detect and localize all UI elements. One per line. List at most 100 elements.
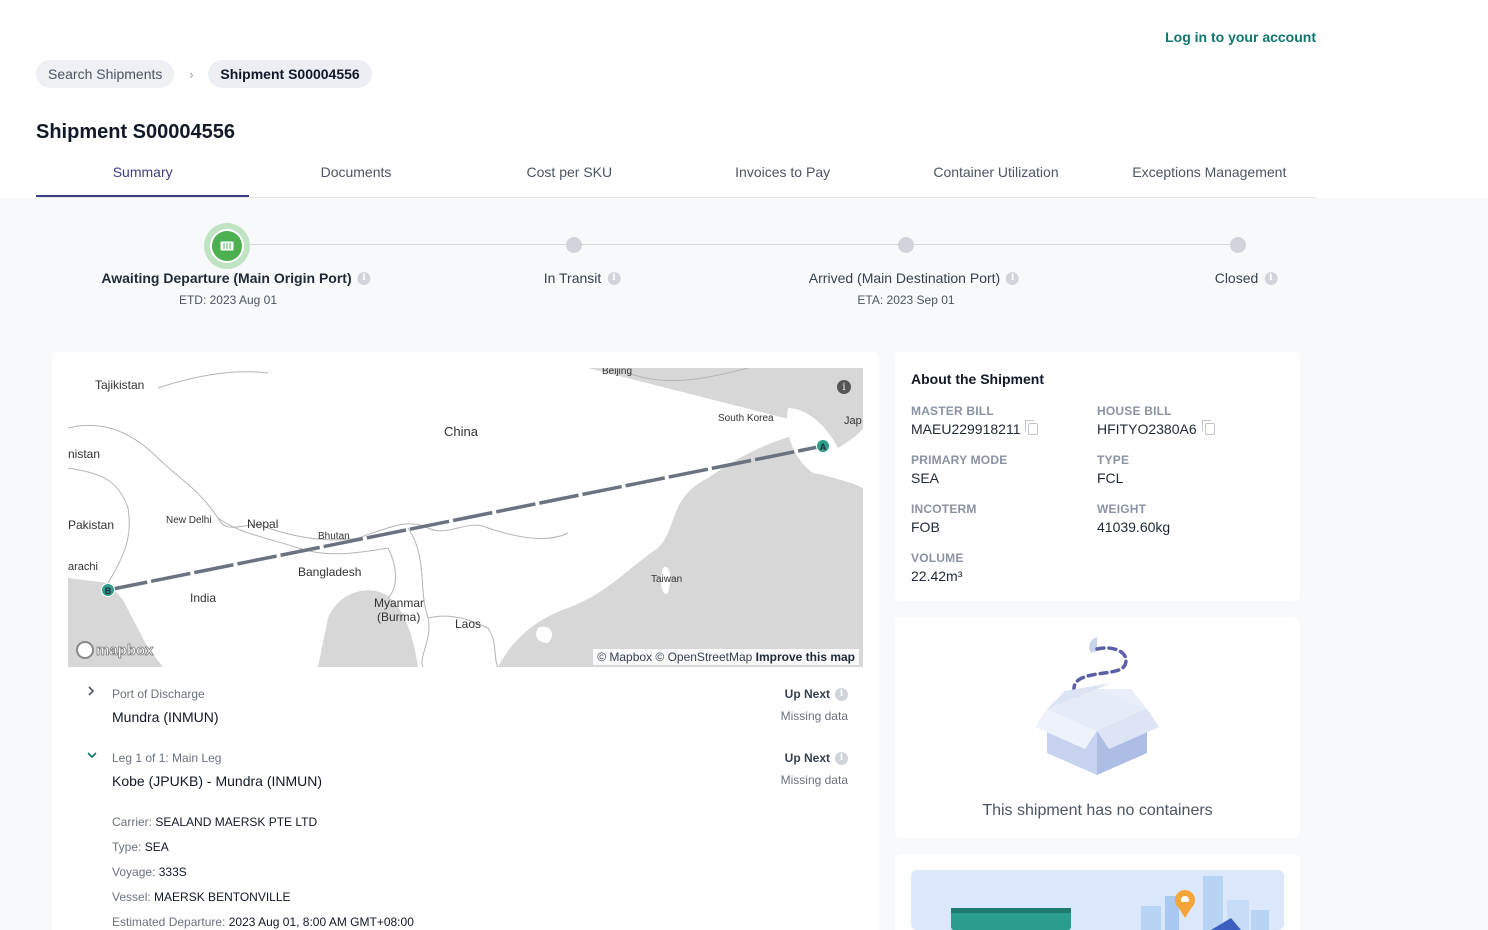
route-card: Beijing Tajikistan China South Korea Jap… (52, 352, 879, 930)
copy-icon[interactable] (1025, 420, 1039, 435)
primary-mode-value: SEA (911, 470, 940, 486)
info-icon[interactable]: i (1006, 271, 1020, 285)
tab-bar: Summary Documents Cost per SKU Invoices … (36, 152, 1316, 198)
weight-value: 41039.60kg (1097, 519, 1171, 535)
route-map[interactable]: Beijing Tajikistan China South Korea Jap… (68, 368, 863, 667)
tab-documents[interactable]: Documents (249, 152, 462, 197)
step-awaiting-departure-label: Awaiting Departure (Main Origin Port) (101, 270, 352, 286)
type-value: FCL (1097, 470, 1124, 486)
shipment-progress: Awaiting Departure (Main Origin Port) i … (0, 223, 1488, 316)
up-next-status: Up Next i (785, 751, 848, 765)
login-link[interactable]: Log in to your account (1165, 29, 1316, 45)
tab-exceptions-management[interactable]: Exceptions Management (1103, 152, 1316, 197)
incoterm-value: FOB (911, 519, 940, 535)
map-attribution: © Mapbox © OpenStreetMap Improve this ma… (593, 649, 859, 665)
breadcrumb: Search Shipments › Shipment S00004556 (36, 60, 372, 88)
chevron-down-icon[interactable] (86, 749, 98, 763)
step-in-transit-label: In Transit (543, 270, 602, 286)
container-truck-icon (210, 229, 244, 263)
chevron-right-icon[interactable] (86, 685, 98, 700)
map-info-icon[interactable]: i (837, 380, 851, 394)
breadcrumb-chevron-icon: › (189, 66, 194, 82)
weight-label: WEIGHT (1097, 502, 1147, 516)
no-containers-text: This shipment has no containers (982, 802, 1213, 819)
primary-mode-field: PRIMARY MODE SEA (911, 453, 1007, 486)
main-leg-row[interactable]: Leg 1 of 1: Main Leg Kobe (JPUKB) - Mund… (86, 746, 848, 790)
step-closed-dot (1230, 237, 1246, 253)
svg-text:Bangladesh: Bangladesh (298, 565, 361, 579)
master-bill-label: MASTER BILL (911, 404, 994, 418)
destination-marker-b[interactable]: B (101, 583, 115, 597)
svg-text:Beijing: Beijing (602, 368, 632, 377)
mapbox-logo-text: mapbox (96, 641, 154, 659)
step-arrived: Arrived (Main Destination Port) i (808, 270, 1020, 286)
improve-map-link[interactable]: Improve this map (756, 650, 855, 664)
step-arrived-label: Arrived (Main Destination Port) (808, 270, 1001, 286)
breadcrumb-search-shipments[interactable]: Search Shipments (36, 60, 175, 88)
origin-marker-a[interactable]: A (816, 439, 830, 453)
svg-text:B: B (105, 586, 112, 596)
leg-detail-estimated-departure: Estimated Departure: 2023 Aug 01, 8:00 A… (112, 915, 414, 929)
detail-key: Carrier: (112, 815, 153, 829)
svg-text:Laos: Laos (455, 617, 481, 631)
primary-mode-label: PRIMARY MODE (911, 453, 1008, 467)
type-field: TYPE FCL (1097, 453, 1129, 486)
progress-line (228, 244, 1238, 245)
master-bill-value-row: MAEU229918211 (911, 420, 1039, 437)
breadcrumb-current-shipment: Shipment S00004556 (208, 60, 372, 88)
svg-text:Bhutan: Bhutan (318, 531, 350, 542)
empty-box-illustration (1035, 637, 1159, 775)
mapbox-logo: mapbox (76, 641, 154, 659)
tab-container-utilization[interactable]: Container Utilization (889, 152, 1102, 197)
about-shipment-card: About the Shipment MASTER BILL MAEU22991… (895, 352, 1300, 601)
tab-cost-per-sku[interactable]: Cost per SKU (463, 152, 676, 197)
svg-text:India: India (190, 591, 216, 605)
leg-detail-type: Type: SEA (112, 840, 169, 854)
containers-card: This shipment has no containers (895, 617, 1300, 838)
main-leg-caption: Leg 1 of 1: Main Leg (112, 751, 222, 765)
house-bill-field: HOUSE BILL HFITYO2380A6 (1097, 404, 1215, 437)
volume-value: 22.42m³ (911, 568, 963, 584)
incoterm-label: INCOTERM (911, 502, 977, 516)
house-bill-value-row: HFITYO2380A6 (1097, 420, 1215, 437)
step-in-transit-dot (566, 237, 582, 253)
page-title: Shipment S00004556 (36, 121, 235, 143)
step-awaiting-departure: Awaiting Departure (Main Origin Port) i (101, 270, 371, 286)
leg-detail-vessel: Vessel: MAERSK BENTONVILLE (112, 890, 291, 904)
step-closed: Closed i (1215, 270, 1278, 286)
step-awaiting-departure-marker (204, 223, 250, 269)
info-icon[interactable]: i (835, 687, 848, 701)
summary-content: Awaiting Departure (Main Origin Port) i … (0, 198, 1488, 930)
master-bill-field: MASTER BILL MAEU229918211 (911, 404, 1039, 437)
tab-invoices-to-pay[interactable]: Invoices to Pay (676, 152, 889, 197)
detail-value: 333S (158, 865, 187, 879)
mapbox-ring-icon (76, 641, 94, 659)
up-next-status: Up Next i (785, 687, 848, 701)
house-bill-label: HOUSE BILL (1097, 404, 1172, 418)
volume-field: VOLUME 22.42m³ (911, 551, 964, 584)
weight-field: WEIGHT 41039.60kg (1097, 502, 1170, 535)
svg-text:China: China (444, 424, 479, 439)
delivery-illustration-card (895, 854, 1300, 930)
port-of-discharge-row[interactable]: Port of Discharge Mundra (INMUN) Up Next… (86, 682, 848, 726)
info-icon[interactable]: i (357, 271, 371, 285)
info-icon[interactable]: i (607, 271, 621, 285)
info-icon[interactable]: i (835, 751, 848, 765)
svg-text:Jap: Jap (844, 415, 862, 427)
detail-key: Voyage: (112, 865, 156, 879)
svg-text:nistan: nistan (68, 447, 100, 461)
map-canvas[interactable]: Beijing Tajikistan China South Korea Jap… (68, 368, 863, 667)
missing-data-text: Missing data (780, 773, 848, 787)
svg-text:Pakistan: Pakistan (68, 518, 114, 532)
tab-summary[interactable]: Summary (36, 152, 250, 197)
detail-key: Estimated Departure: (112, 915, 226, 929)
detail-key: Type: (112, 840, 142, 854)
map-credit-text: © Mapbox © OpenStreetMap (597, 650, 753, 664)
svg-text:New Delhi: New Delhi (166, 515, 212, 526)
info-icon[interactable]: i (1264, 271, 1278, 285)
truck-city-illustration (911, 870, 1284, 930)
step-etd: ETD: 2023 Aug 01 (178, 293, 278, 307)
main-leg-title: Kobe (JPUKB) - Mundra (INMUN) (112, 773, 323, 789)
step-closed-label: Closed (1214, 270, 1259, 286)
copy-icon[interactable] (1201, 420, 1215, 435)
